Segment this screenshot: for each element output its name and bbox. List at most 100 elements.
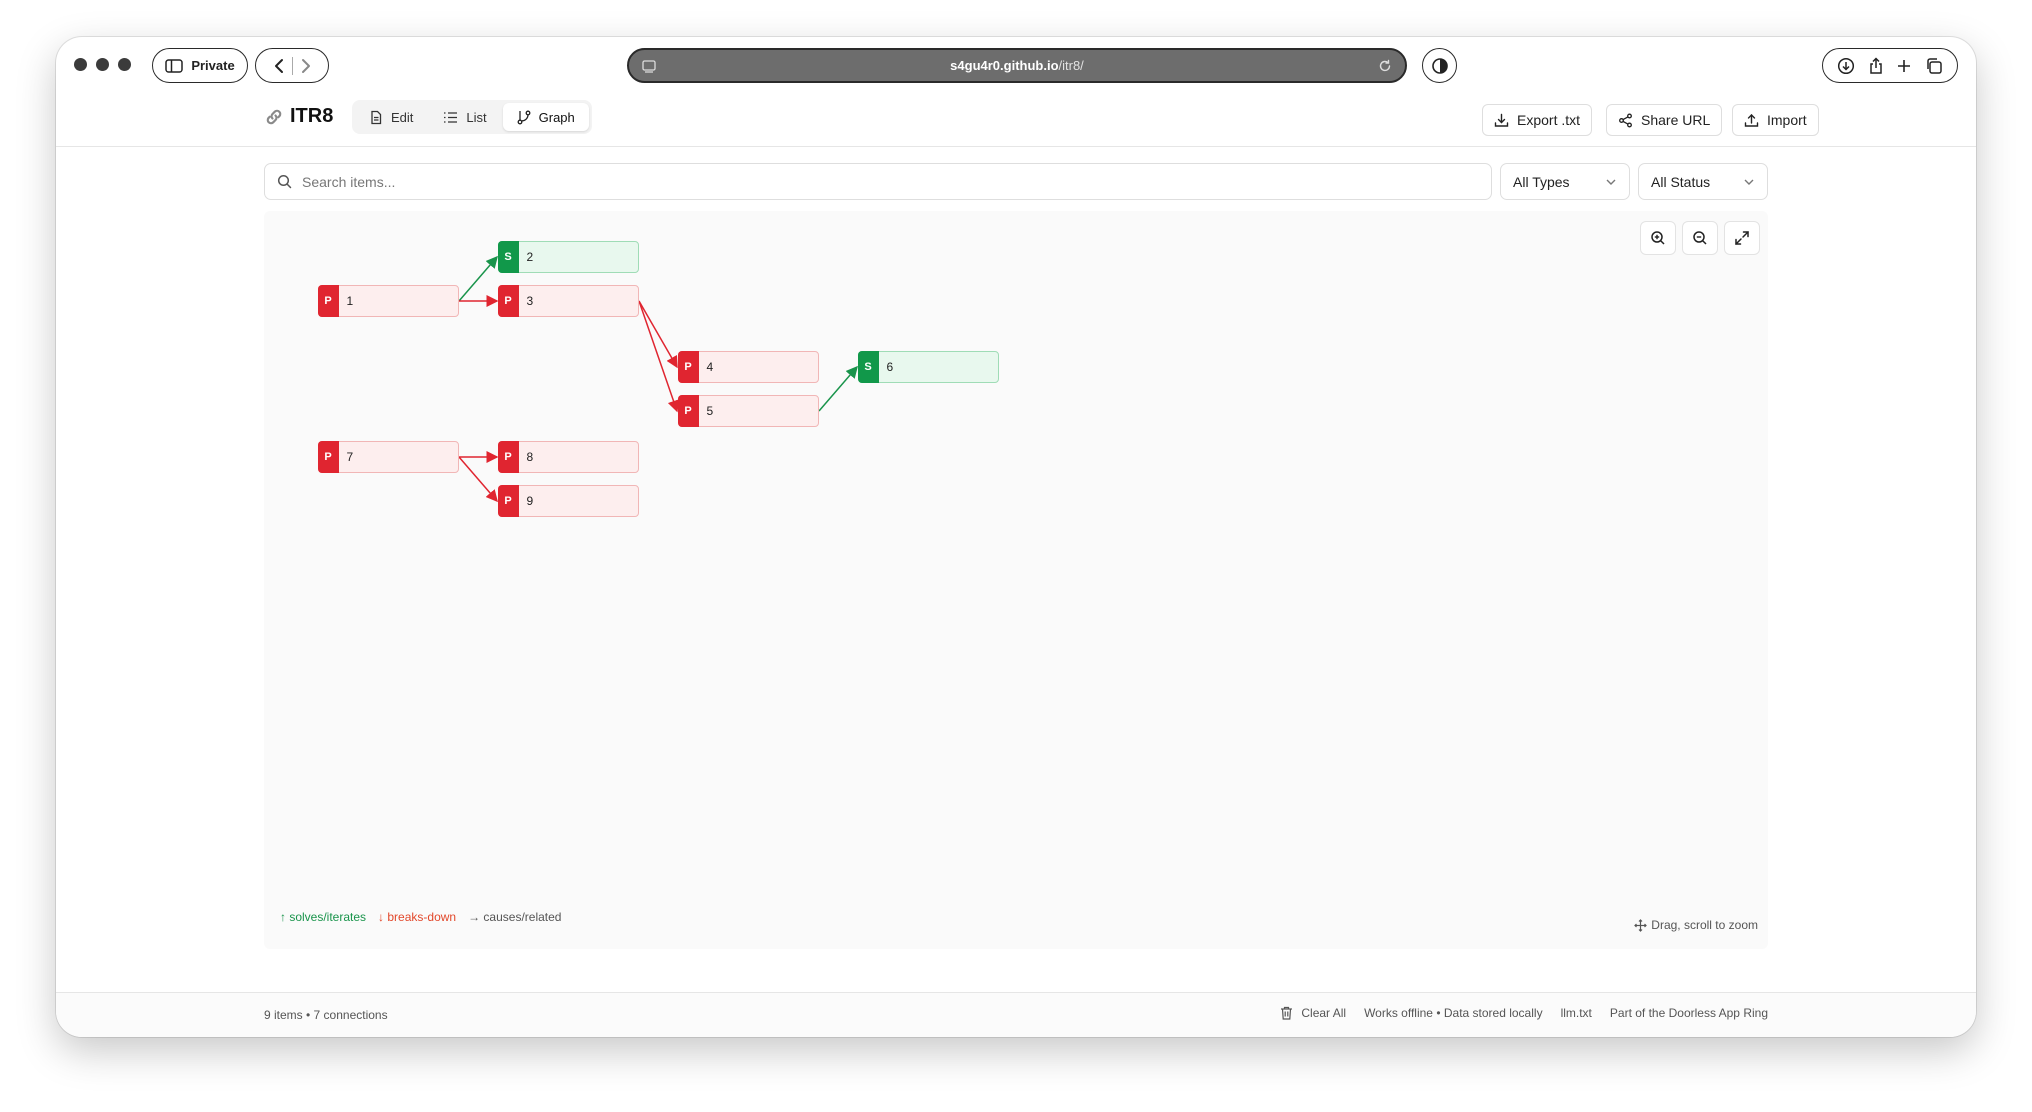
tab-graph[interactable]: Graph	[502, 103, 589, 131]
zoom-out-icon	[1693, 231, 1707, 245]
graph-node-4[interactable]: P4	[677, 351, 819, 383]
trash-icon	[1281, 1006, 1293, 1020]
graph-node-5[interactable]: P5	[677, 395, 819, 427]
chevron-down-icon	[1744, 179, 1754, 185]
zoom-in-icon	[1651, 231, 1665, 245]
graph-node-7[interactable]: P7	[317, 441, 459, 473]
legend-solves: ↑ solves/iterates	[280, 910, 367, 924]
export-txt-label: Export .txt	[1517, 112, 1581, 128]
node-type-badge: P	[317, 285, 339, 317]
graph-node-1[interactable]: P1	[317, 285, 459, 317]
tab-list-label: List	[466, 109, 487, 125]
url-host: s4gu4r0.github.io	[950, 58, 1059, 73]
search-input[interactable]	[302, 173, 1452, 190]
node-label: 6	[886, 360, 894, 374]
git-branch-icon	[517, 110, 531, 124]
history-navigation	[255, 48, 329, 83]
browser-actions	[1822, 48, 1958, 83]
node-label: 1	[346, 294, 354, 308]
reload-icon[interactable]	[1377, 58, 1393, 74]
sidebar-icon	[165, 58, 184, 73]
status-filter-select[interactable]: All Status	[1638, 163, 1768, 200]
tab-overview-icon[interactable]	[1925, 57, 1943, 75]
node-type-badge: P	[497, 485, 519, 517]
drag-hint: Drag, scroll to zoom	[1634, 918, 1758, 932]
tab-graph-label: Graph	[538, 109, 575, 125]
back-arrow-icon[interactable]	[274, 58, 284, 74]
edge-legend: ↑ solves/iterates ↓ breaks-down → causes…	[280, 910, 561, 924]
minimize-window-button[interactable]	[96, 58, 109, 71]
share-nodes-icon	[1619, 113, 1632, 127]
edge-1-2	[458, 255, 498, 302]
upload-icon	[1744, 113, 1759, 127]
share-icon[interactable]	[1868, 56, 1884, 75]
fit-view-button[interactable]	[1724, 221, 1760, 255]
tab-list[interactable]: List	[429, 103, 500, 131]
tab-edit-label: Edit	[391, 109, 414, 125]
footer-links: Clear All Works offline • Data stored lo…	[1280, 1006, 1768, 1020]
maximize-window-button[interactable]	[118, 58, 131, 71]
export-txt-button[interactable]: Export .txt	[1482, 104, 1593, 136]
search-icon	[277, 174, 292, 189]
graph-node-3[interactable]: P3	[497, 285, 639, 317]
node-label: 4	[706, 360, 714, 374]
app-ring-link[interactable]: Part of the Doorless App Ring	[1610, 1006, 1768, 1020]
list-icon	[444, 111, 458, 123]
node-type-badge: P	[677, 351, 699, 383]
privacy-report-button[interactable]	[1422, 48, 1457, 83]
url-path: /itr8/	[1058, 58, 1084, 73]
forward-arrow-icon[interactable]	[301, 58, 311, 74]
type-filter-value: All Types	[1513, 173, 1570, 190]
clear-all-button[interactable]: Clear All	[1280, 1006, 1346, 1020]
app-title: ITR8	[290, 105, 334, 127]
import-button[interactable]: Import	[1732, 104, 1819, 136]
legend-breaks-down: ↓ breaks-down	[378, 910, 457, 924]
browser-toolbar: Private s4gu4r0.github.io/itr8/	[56, 37, 1976, 91]
app-header: ITR8 Edit List Graph Export .txt Share U…	[56, 91, 1976, 147]
browser-window: Private s4gu4r0.github.io/itr8/ ITR8 Edi…	[56, 37, 1976, 1037]
app-brand[interactable]: ITR8	[264, 105, 333, 128]
graph-edges	[458, 255, 858, 503]
app-footer: 9 items • 7 connections Clear All Works …	[56, 992, 1976, 1037]
node-type-badge: P	[317, 441, 339, 473]
expand-icon	[1735, 231, 1749, 245]
chevron-down-icon	[1606, 179, 1616, 185]
graph-canvas[interactable]: P1S2P3P4P5S6P7P8P9 ↑ solves/iterates ↓ b…	[264, 211, 1768, 949]
nav-divider	[291, 56, 293, 75]
type-filter-select[interactable]: All Types	[1500, 163, 1630, 200]
node-type-badge: S	[497, 241, 519, 273]
new-tab-icon[interactable]	[1896, 58, 1912, 74]
node-label: 8	[526, 450, 534, 464]
download-icon	[1494, 113, 1509, 127]
search-box	[264, 163, 1492, 200]
close-window-button[interactable]	[74, 58, 87, 71]
clear-all-label: Clear All	[1301, 1006, 1347, 1020]
item-stats: 9 items • 7 connections	[264, 1008, 388, 1022]
share-url-label: Share URL	[1641, 112, 1711, 128]
graph-node-9[interactable]: P9	[497, 485, 639, 517]
tab-edit[interactable]: Edit	[355, 103, 427, 131]
status-filter-value: All Status	[1651, 173, 1711, 190]
graph-node-2[interactable]: S2	[497, 241, 639, 273]
node-label: 7	[346, 450, 354, 464]
graph-node-6[interactable]: S6	[857, 351, 999, 383]
address-bar[interactable]: s4gu4r0.github.io/itr8/	[627, 48, 1407, 83]
link-icon	[266, 109, 282, 124]
private-label: Private	[191, 58, 235, 73]
share-url-button[interactable]: Share URL	[1606, 104, 1723, 136]
graph-node-8[interactable]: P8	[497, 441, 639, 473]
offline-note: Works offline • Data stored locally	[1364, 1006, 1543, 1020]
node-type-badge: P	[677, 395, 699, 427]
llm-txt-link[interactable]: llm.txt	[1561, 1006, 1592, 1020]
drag-hint-text: Drag, scroll to zoom	[1651, 918, 1758, 932]
download-icon[interactable]	[1837, 57, 1855, 75]
import-label: Import	[1767, 112, 1807, 128]
node-type-badge: P	[497, 285, 519, 317]
page-settings-icon[interactable]	[641, 58, 657, 74]
zoom-out-button[interactable]	[1682, 221, 1718, 255]
private-tab-button[interactable]: Private	[152, 48, 248, 83]
move-icon	[1634, 918, 1648, 932]
view-tabs: Edit List Graph	[352, 100, 592, 134]
zoom-in-button[interactable]	[1640, 221, 1676, 255]
node-type-badge: P	[497, 441, 519, 473]
